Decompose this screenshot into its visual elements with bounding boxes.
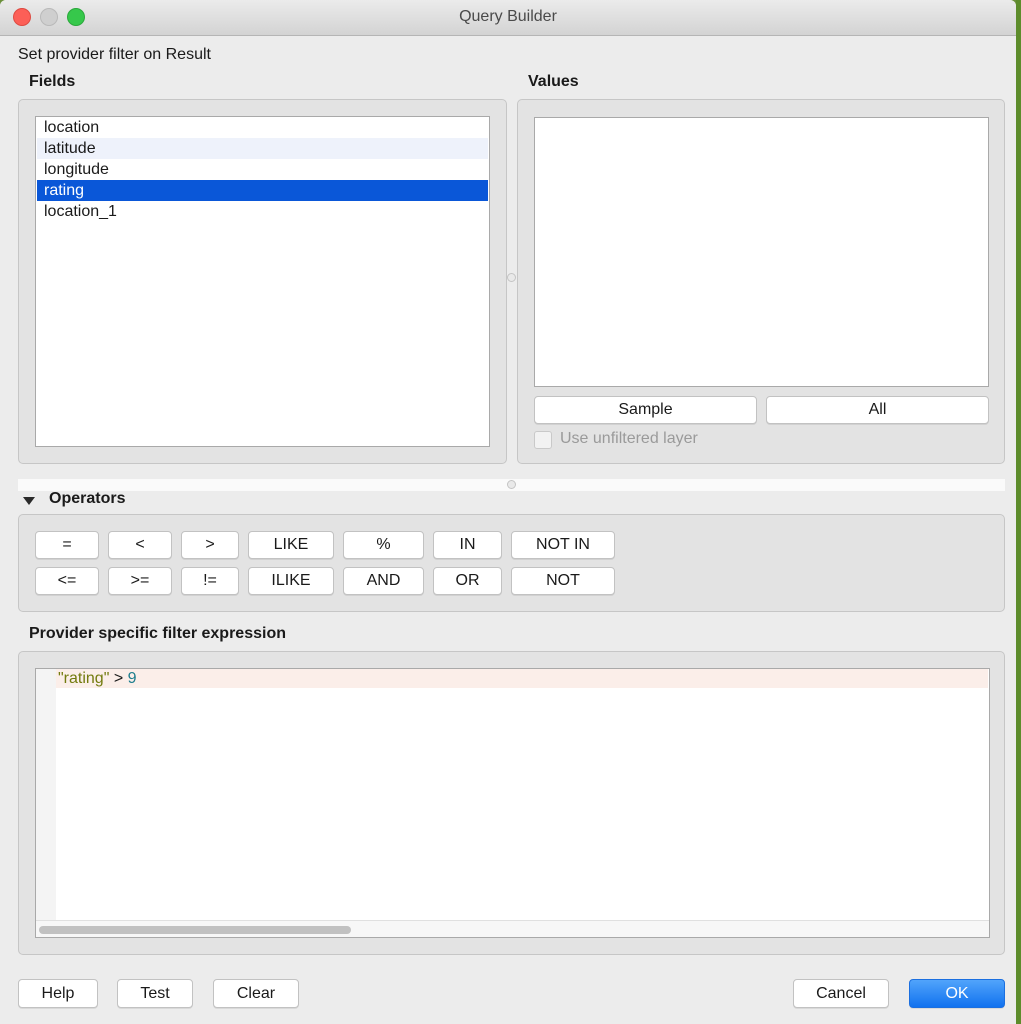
clear-button[interactable]: Clear bbox=[213, 979, 299, 1008]
horizontal-splitter-handle[interactable] bbox=[507, 480, 516, 489]
values-list[interactable] bbox=[534, 117, 989, 387]
query-builder-window: Query Builder Set provider filter on Res… bbox=[0, 0, 1016, 1024]
vertical-splitter-handle[interactable] bbox=[507, 273, 516, 282]
operators-group: = < > LIKE % IN NOT IN <= >= != ILIKE AN… bbox=[18, 514, 1005, 612]
operator-ilike-button[interactable]: ILIKE bbox=[248, 567, 334, 595]
field-item-location-1[interactable]: location_1 bbox=[37, 201, 488, 222]
expression-field-token: "rating" bbox=[58, 670, 110, 687]
expression-code: "rating" > 9 bbox=[58, 669, 137, 688]
use-unfiltered-layer-checkbox[interactable] bbox=[534, 431, 552, 449]
use-unfiltered-layer-label: Use unfiltered layer bbox=[560, 430, 698, 447]
operator-not-equal-button[interactable]: != bbox=[181, 567, 239, 595]
operator-less-equal-button[interactable]: <= bbox=[35, 567, 99, 595]
expression-group: "rating" > 9 bbox=[18, 651, 1005, 955]
horizontal-scrollbar[interactable] bbox=[36, 920, 989, 937]
operator-greater-than-button[interactable]: > bbox=[181, 531, 239, 559]
operator-and-button[interactable]: AND bbox=[343, 567, 424, 595]
fields-list[interactable]: location latitude longitude rating locat… bbox=[35, 116, 490, 447]
values-label: Values bbox=[528, 73, 579, 90]
field-item-longitude[interactable]: longitude bbox=[37, 159, 488, 180]
operator-or-button[interactable]: OR bbox=[433, 567, 502, 595]
operator-equals-button[interactable]: = bbox=[35, 531, 99, 559]
collapse-triangle-icon[interactable] bbox=[23, 497, 35, 505]
current-line-highlight bbox=[56, 669, 988, 688]
expression-value-token: 9 bbox=[127, 670, 137, 687]
editor-gutter bbox=[36, 669, 56, 920]
operator-not-in-button[interactable]: NOT IN bbox=[511, 531, 615, 559]
window-title: Query Builder bbox=[459, 8, 557, 25]
fields-label: Fields bbox=[29, 73, 76, 90]
sample-button[interactable]: Sample bbox=[534, 396, 757, 424]
expression-editor[interactable]: "rating" > 9 bbox=[35, 668, 990, 938]
operator-in-button[interactable]: IN bbox=[433, 531, 502, 559]
operator-not-button[interactable]: NOT bbox=[511, 567, 615, 595]
field-item-latitude[interactable]: latitude bbox=[37, 138, 488, 159]
cancel-button[interactable]: Cancel bbox=[793, 979, 889, 1008]
desktop-background-edge bbox=[1016, 0, 1021, 1024]
values-group: Sample All Use unfiltered layer bbox=[517, 99, 1005, 464]
ok-button[interactable]: OK bbox=[909, 979, 1005, 1008]
fields-group: location latitude longitude rating locat… bbox=[18, 99, 507, 464]
field-item-location[interactable]: location bbox=[37, 117, 488, 138]
operator-greater-equal-button[interactable]: >= bbox=[108, 567, 172, 595]
operator-less-than-button[interactable]: < bbox=[108, 531, 172, 559]
help-button[interactable]: Help bbox=[18, 979, 98, 1008]
test-button[interactable]: Test bbox=[117, 979, 193, 1008]
horizontal-scrollbar-thumb[interactable] bbox=[39, 926, 351, 934]
operators-label[interactable]: Operators bbox=[49, 490, 125, 508]
expression-operator-token: > bbox=[109, 670, 128, 687]
operator-like-button[interactable]: LIKE bbox=[248, 531, 334, 559]
field-item-rating[interactable]: rating bbox=[37, 180, 488, 201]
all-button[interactable]: All bbox=[766, 396, 989, 424]
title-bar: Query Builder bbox=[0, 0, 1016, 36]
provider-filter-caption: Set provider filter on Result bbox=[18, 46, 211, 63]
operator-percent-button[interactable]: % bbox=[343, 531, 424, 559]
expression-label: Provider specific filter expression bbox=[29, 625, 286, 642]
